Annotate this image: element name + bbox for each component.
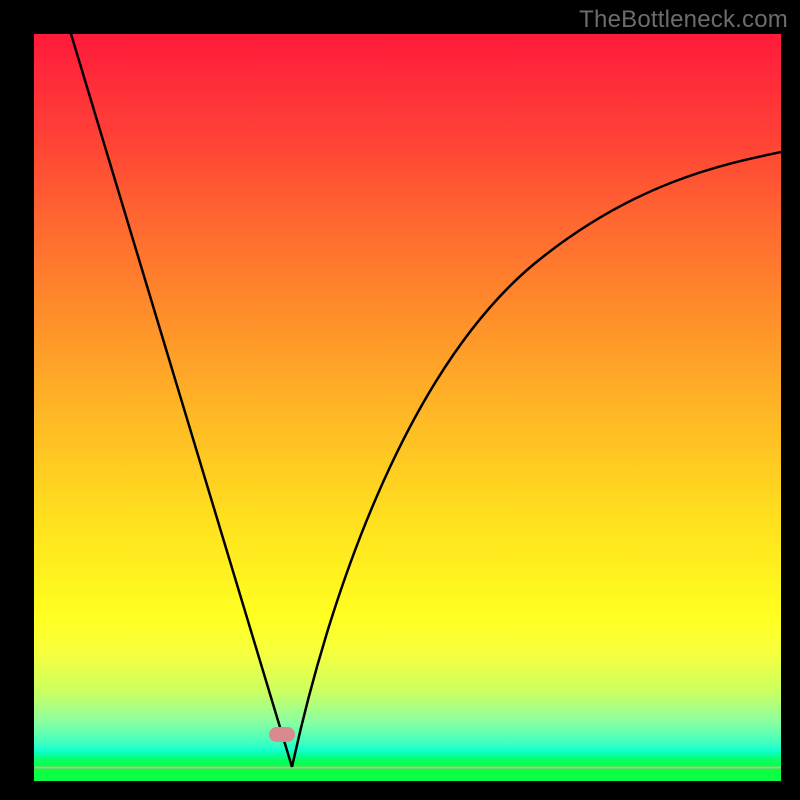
chart-outer-frame: TheBottleneck.com [0, 0, 800, 800]
curve-left-branch [68, 34, 292, 767]
watermark-text: TheBottleneck.com [579, 6, 788, 34]
minimum-marker [269, 727, 295, 742]
bottleneck-curve [34, 34, 781, 781]
plot-area [34, 34, 781, 781]
curve-right-branch [292, 152, 781, 767]
